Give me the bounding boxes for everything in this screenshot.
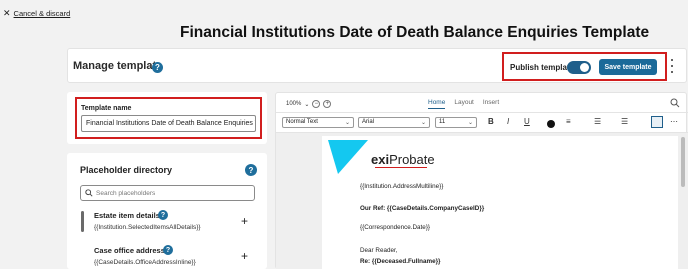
template-name-label: Template name (81, 105, 132, 112)
document-editor: 100% ⌄ − + Home Layout Insert Normal Tex… (275, 92, 688, 269)
cancel-discard-label: Cancel & discard (13, 9, 71, 18)
template-name-input[interactable]: Financial Institutions Date of Death Bal… (81, 115, 256, 132)
zoom-in-icon[interactable]: + (323, 100, 332, 108)
publish-controls: Publish template Save template (502, 52, 667, 81)
document-line: {{Institution.AddressMultiline}} (360, 183, 444, 190)
editor-tabs: Home Layout Insert (428, 99, 499, 109)
divider (276, 112, 688, 113)
document-line: {{Correspondence.Date}} (360, 224, 431, 231)
document-line: Our Ref: {{CaseDetails.CompanyCaseID}} (360, 205, 485, 212)
chevron-down-icon: ⌄ (467, 120, 473, 126)
document-page[interactable]: exiProbate {{Institution.AddressMultilin… (322, 136, 678, 269)
document-line: Re: {{Deceased.Fullname}} (360, 258, 441, 265)
add-placeholder-icon[interactable]: + (241, 250, 248, 262)
save-template-button[interactable]: Save template (599, 59, 657, 75)
help-icon[interactable]: ? (152, 62, 163, 73)
search-icon (85, 189, 93, 197)
paragraph-style-select[interactable]: Normal Text ⌄ (282, 117, 354, 128)
tab-home[interactable]: Home (428, 99, 446, 109)
manage-template-title: Manage template (73, 60, 163, 72)
font-size-select[interactable]: 11 ⌄ (435, 117, 477, 128)
cancel-discard-link[interactable]: ✕ Cancel & discard (3, 8, 71, 19)
font-family-value: Arial (362, 119, 375, 125)
logo-underline (375, 167, 427, 168)
editor-scrollbar[interactable] (680, 133, 686, 269)
underline-button[interactable]: U (524, 117, 530, 126)
font-family-select[interactable]: Arial ⌄ (358, 117, 430, 128)
placeholder-search-input[interactable]: Search placeholders (80, 185, 255, 201)
chevron-down-icon: ⌄ (344, 120, 350, 126)
publish-toggle[interactable] (567, 61, 591, 74)
zoom-control[interactable]: 100% ⌄ − + (286, 98, 346, 110)
search-icon[interactable] (670, 98, 680, 108)
bold-button[interactable]: B (488, 117, 494, 126)
align-left-icon[interactable] (651, 116, 663, 128)
page-title: Financial Institutions Date of Death Bal… (180, 24, 650, 41)
manage-template-bar: Manage template ? Publish template Save … (67, 48, 687, 83)
placeholder-item-token: {{Institution.SelectedItemsAllDetails}} (94, 224, 201, 231)
logo-text: exiProbate (371, 152, 435, 167)
placeholder-directory: Placeholder directory ? Search placehold… (67, 153, 267, 269)
document-canvas: exiProbate {{Institution.AddressMultilin… (276, 133, 688, 269)
template-name-section: Template name Financial Institutions Dat… (75, 97, 262, 139)
logo-mark (328, 140, 368, 174)
tab-insert[interactable]: Insert (483, 99, 499, 109)
add-placeholder-icon[interactable]: + (241, 215, 248, 227)
placeholder-item-title: Estate item details (94, 211, 160, 220)
numbered-list-icon[interactable]: ☰ (621, 117, 628, 126)
italic-button[interactable]: I (507, 117, 509, 126)
help-icon[interactable]: ? (163, 245, 173, 255)
placeholder-item-title: Case office address (94, 246, 165, 255)
placeholder-directory-title: Placeholder directory (80, 165, 173, 175)
paragraph-style-value: Normal Text (286, 119, 318, 125)
more-icon[interactable]: ⋯ (670, 117, 678, 126)
close-icon: ✕ (3, 8, 11, 18)
chevron-down-icon: ⌄ (304, 101, 310, 108)
help-icon[interactable]: ? (245, 164, 257, 176)
placeholder-item-token: {{CaseDetails.OfficeAddressInline}} (94, 259, 196, 266)
scrollbar-thumb[interactable] (681, 137, 685, 187)
chevron-down-icon: ⌄ (420, 120, 426, 126)
exiprobate-logo: exiProbate (328, 140, 435, 174)
text-color-icon[interactable] (547, 120, 555, 128)
font-size-value: 11 (439, 119, 446, 125)
zoom-out-icon[interactable]: − (312, 100, 321, 108)
bullet-list-icon[interactable]: ☰ (594, 117, 601, 126)
more-options-icon[interactable] (669, 59, 675, 73)
document-line: Dear Reader, (360, 247, 398, 254)
zoom-level: 100% (286, 101, 302, 107)
publish-template-label: Publish template (510, 63, 575, 72)
help-icon[interactable]: ? (158, 210, 168, 220)
tab-layout[interactable]: Layout (454, 99, 474, 109)
search-placeholder: Search placeholders (96, 190, 156, 197)
line-spacing-icon[interactable]: ≡ (566, 117, 571, 126)
scroll-indicator[interactable] (81, 211, 84, 232)
toggle-knob (580, 63, 589, 72)
